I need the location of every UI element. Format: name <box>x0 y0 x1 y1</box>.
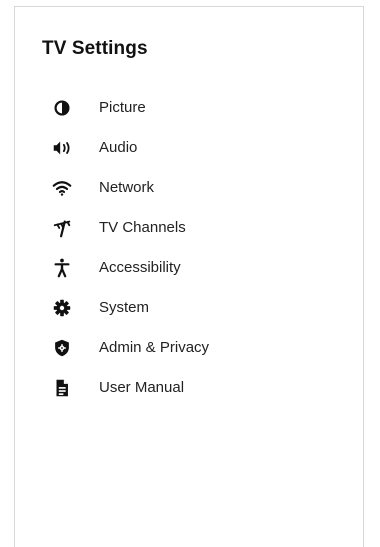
speaker-icon <box>51 137 73 159</box>
menu-item-user-manual[interactable]: User Manual <box>15 368 363 408</box>
accessibility-icon <box>51 257 73 279</box>
settings-panel: TV Settings Picture Audio Network TV Cha… <box>14 6 364 547</box>
document-icon <box>51 377 73 399</box>
antenna-icon <box>51 217 73 239</box>
menu-item-system[interactable]: System <box>15 288 363 328</box>
menu-item-label: Admin & Privacy <box>99 339 210 356</box>
menu-item-admin-privacy[interactable]: Admin & Privacy <box>15 328 363 368</box>
shield-icon <box>51 337 73 359</box>
menu-item-audio[interactable]: Audio <box>15 128 363 168</box>
menu-item-accessibility[interactable]: Accessibility <box>15 248 363 288</box>
menu-item-tv-channels[interactable]: TV Channels <box>15 208 363 248</box>
menu-item-label: System <box>99 299 150 316</box>
menu-item-label: Audio <box>99 139 138 156</box>
menu-item-network[interactable]: Network <box>15 168 363 208</box>
menu-item-label: Picture <box>99 99 146 116</box>
menu-item-label: TV Channels <box>99 219 186 236</box>
wifi-icon <box>51 177 73 199</box>
contrast-icon <box>51 97 73 119</box>
menu-item-picture[interactable]: Picture <box>15 88 363 128</box>
menu-item-label: Accessibility <box>99 259 181 276</box>
page-title: TV Settings <box>42 38 148 59</box>
menu-item-label: Network <box>99 179 155 196</box>
menu-item-label: User Manual <box>99 379 185 396</box>
gear-icon <box>51 297 73 319</box>
